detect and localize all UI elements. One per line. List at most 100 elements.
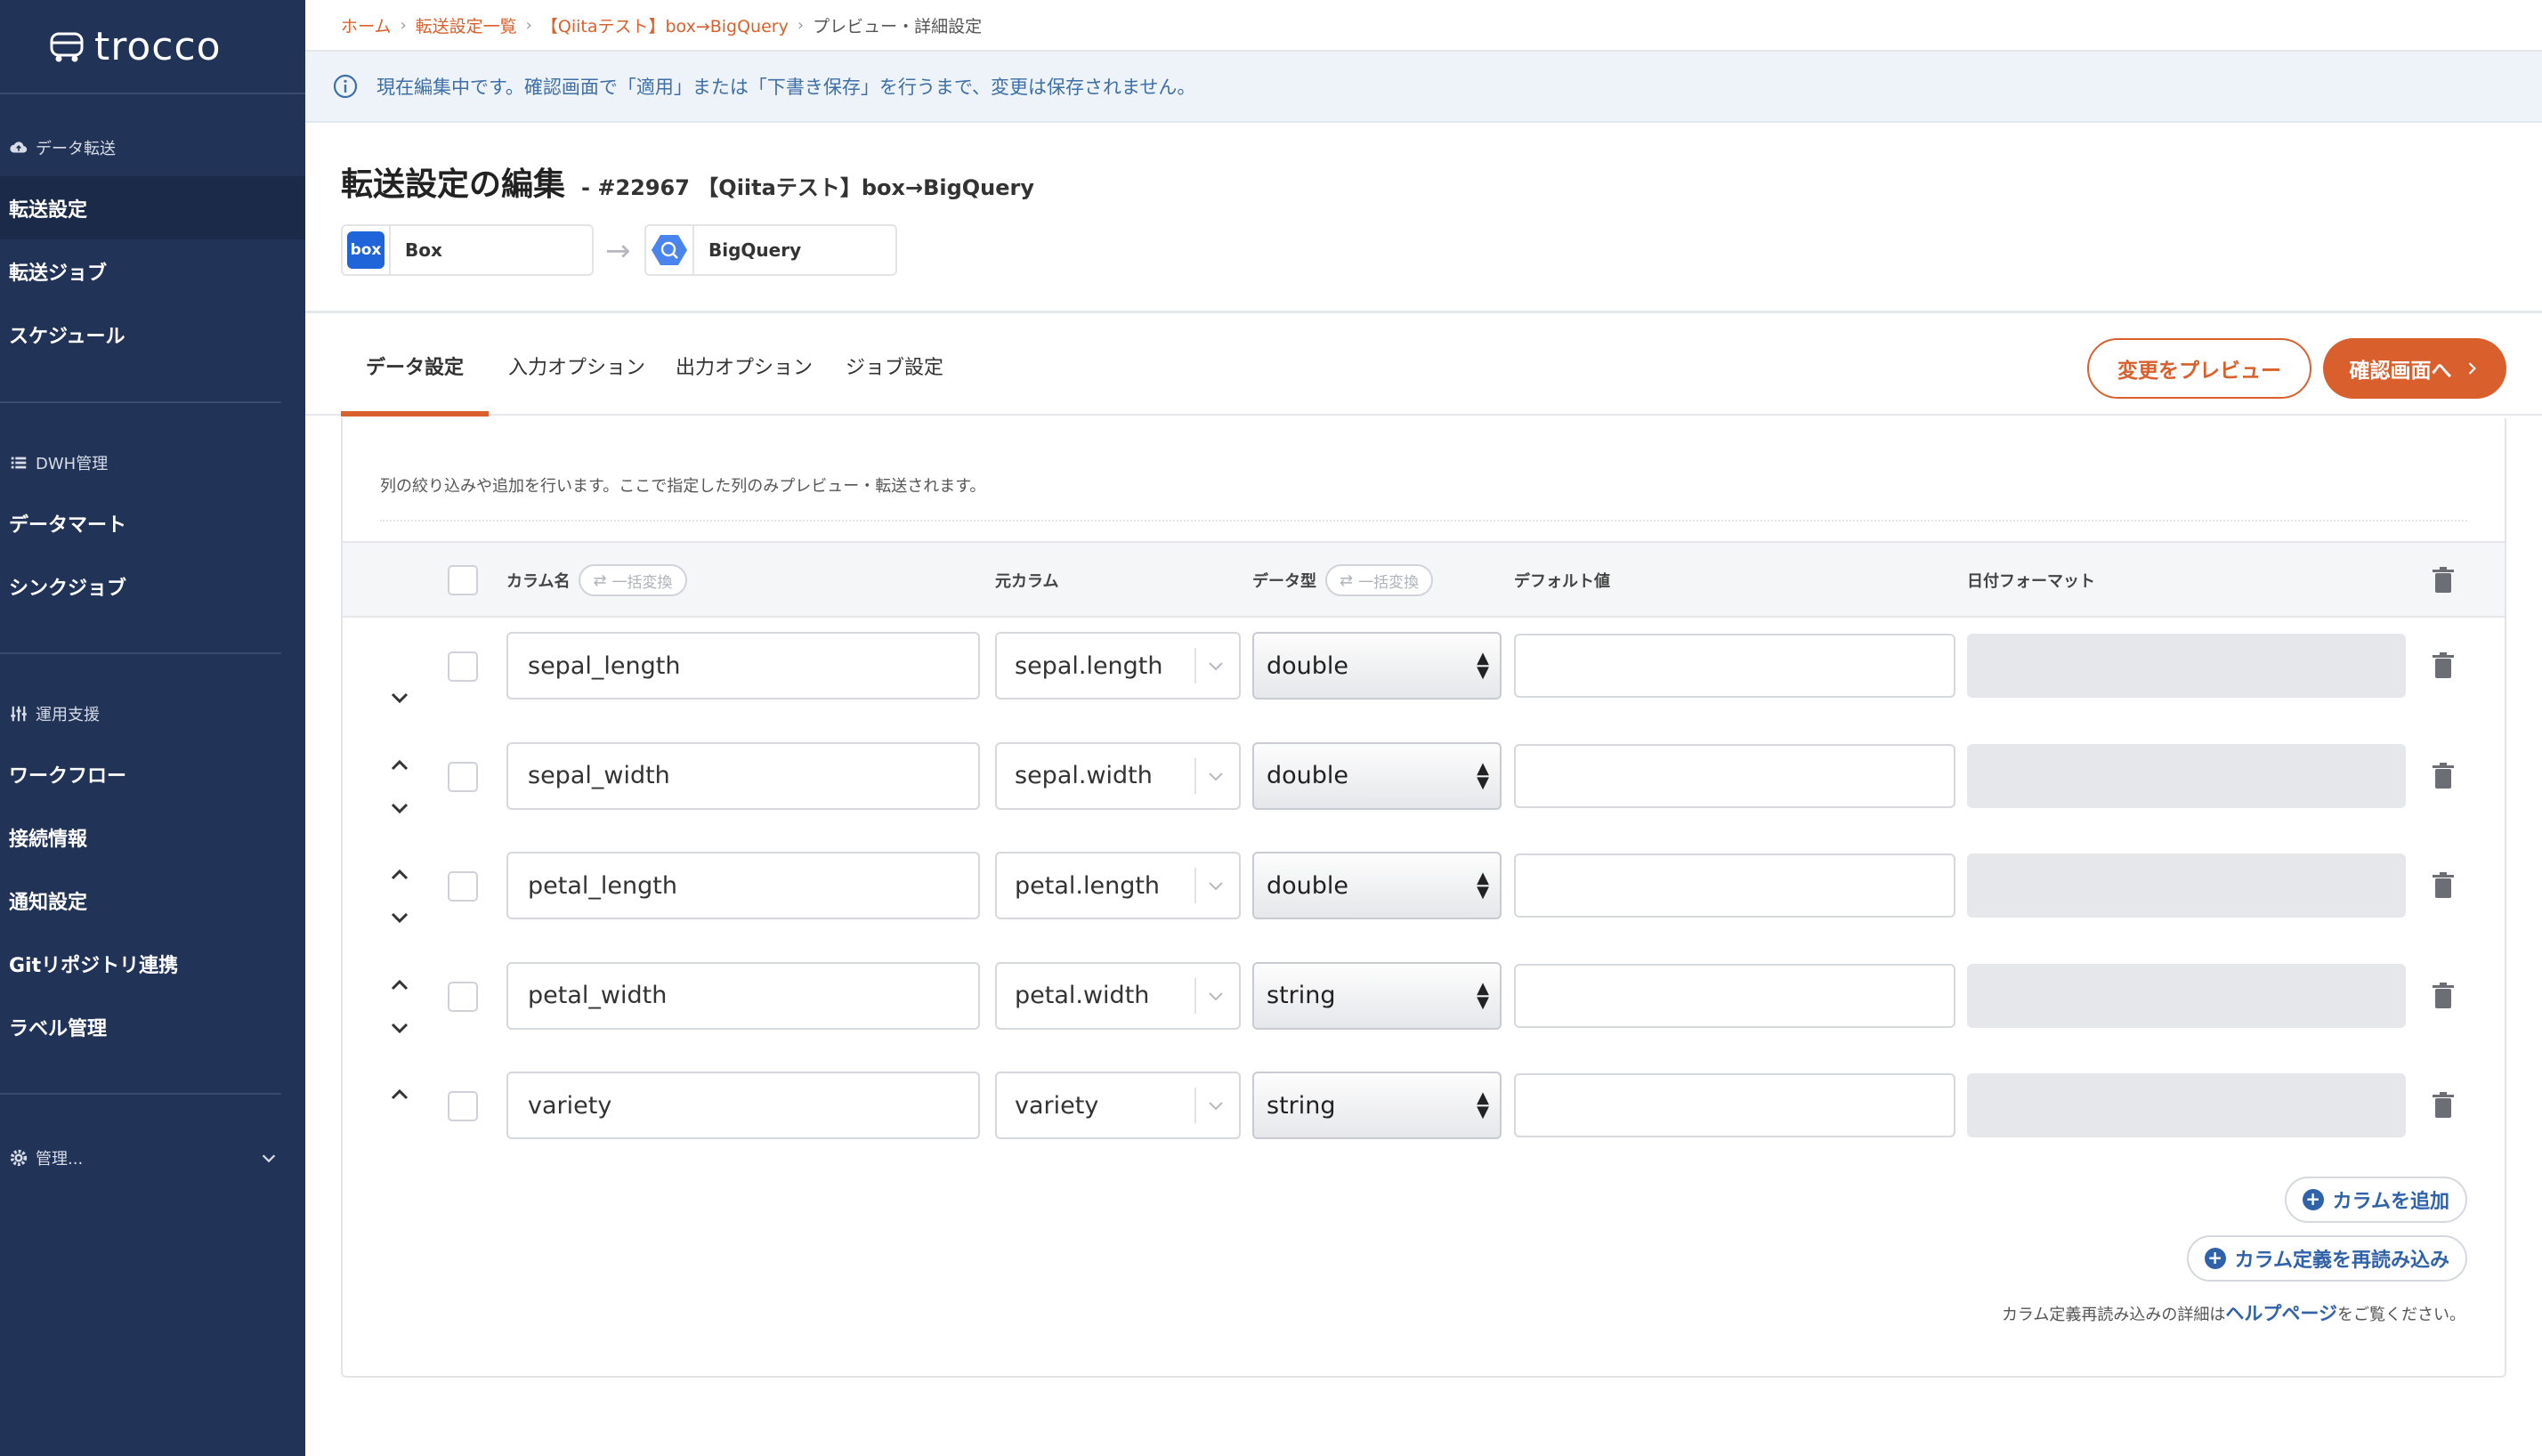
add-column-button[interactable]: + カラムを追加	[2284, 1177, 2467, 1223]
source-column-select[interactable]: sepal.width	[995, 741, 1241, 810]
table-row: sepal_width sepal.width double ▲ ▼	[343, 741, 2505, 851]
data-type-select[interactable]: string ▲ ▼	[1252, 1072, 1502, 1139]
default-value-input[interactable]	[1514, 963, 1955, 1028]
bulk-convert-name-button[interactable]: ⇄ 一括変換	[579, 564, 687, 596]
header-source-column: 元カラム	[995, 572, 1059, 591]
plus-circle-icon: +	[2204, 1248, 2226, 1269]
select-all-checkbox[interactable]	[448, 565, 478, 595]
move-up-chevron-icon[interactable]	[384, 859, 416, 891]
sidebar-item-data-mart[interactable]: データマート	[0, 491, 305, 554]
move-up-chevron-icon[interactable]	[384, 1079, 416, 1111]
nav-divider	[0, 1093, 281, 1095]
move-up-chevron-icon[interactable]	[384, 969, 416, 1001]
data-type-select[interactable]: string ▲ ▼	[1252, 961, 1502, 1030]
column-name-input[interactable]: sepal_length	[506, 632, 980, 700]
bigquery-logo-icon	[652, 235, 687, 265]
row-checkbox[interactable]	[448, 981, 478, 1012]
sidebar-item-workflow[interactable]: ワークフロー	[0, 742, 305, 805]
source-column-select[interactable]: sepal.length	[995, 632, 1241, 700]
select-arrows-icon: ▲ ▼	[1477, 649, 1489, 682]
table-row: petal_length petal.length double ▲ ▼	[343, 852, 2505, 960]
column-settings-card: 列の絞り込みや追加を行います。ここで指定した列のみプレビュー・転送されます。 カ…	[341, 418, 2506, 1378]
chevron-down-icon	[1209, 662, 1223, 671]
tab-data-settings[interactable]: データ設定	[341, 316, 489, 416]
default-value-input[interactable]	[1514, 634, 1955, 698]
chevron-down-icon	[1209, 882, 1223, 891]
column-name-input[interactable]: sepal_width	[506, 741, 980, 810]
data-type-select[interactable]: double ▲ ▼	[1252, 741, 1502, 810]
gear-icon	[10, 1149, 28, 1167]
column-name-input[interactable]: petal_width	[506, 961, 980, 1030]
help-page-link[interactable]: ヘルプページ	[2225, 1303, 2337, 1324]
data-type-select[interactable]: double ▲ ▼	[1252, 852, 1502, 919]
delete-row-trash-icon[interactable]	[2431, 1091, 2456, 1120]
nav-section-manage[interactable]: 管理...	[0, 1136, 305, 1180]
info-icon	[333, 74, 358, 99]
notice-text: 現在編集中です。確認画面で「適用」または「下書き保存」を行うまで、変更は保存され…	[376, 77, 1196, 98]
sliders-icon	[11, 706, 27, 722]
breadcrumb: ホーム › 転送設定一覧 › 【Qiitaテスト】box→BigQuery › …	[305, 0, 2542, 52]
breadcrumb-home[interactable]: ホーム	[341, 13, 391, 37]
data-type-select[interactable]: double ▲ ▼	[1252, 632, 1502, 700]
sidebar-item-schedule[interactable]: スケジュール	[0, 303, 305, 366]
sidebar-item-labels[interactable]: ラベル管理	[0, 995, 305, 1058]
chevron-right-icon: ›	[797, 15, 805, 35]
tab-input-options[interactable]: 入力オプション	[498, 316, 656, 416]
chevron-right-icon	[2468, 362, 2476, 375]
source-column-select[interactable]: petal.width	[995, 961, 1241, 1030]
bulk-convert-type-button[interactable]: ⇄ 一括変換	[1325, 564, 1434, 596]
preview-changes-button[interactable]: 変更をプレビュー	[2087, 338, 2311, 399]
chevron-right-icon: ›	[400, 15, 407, 35]
row-checkbox[interactable]	[448, 1091, 478, 1121]
editing-notice: 現在編集中です。確認画面で「適用」または「下書き保存」を行うまで、変更は保存され…	[305, 52, 2542, 123]
row-checkbox[interactable]	[448, 651, 478, 682]
source-column-select[interactable]: variety	[995, 1072, 1241, 1139]
move-down-chevron-icon[interactable]	[384, 682, 416, 714]
row-checkbox[interactable]	[448, 871, 478, 902]
tab-output-options[interactable]: 出力オプション	[665, 316, 823, 416]
cloud-upload-icon	[10, 142, 28, 153]
nav-divider	[0, 652, 281, 654]
delete-row-trash-icon[interactable]	[2431, 762, 2456, 790]
logo[interactable]: trocco	[0, 0, 305, 94]
default-value-input[interactable]	[1514, 743, 1955, 808]
sidebar-item-transfer-settings[interactable]: 転送設定	[0, 176, 305, 239]
sidebar-item-transfer-jobs[interactable]: 転送ジョブ	[0, 239, 305, 303]
sidebar-item-sync-jobs[interactable]: シンクジョブ	[0, 554, 305, 618]
sidebar-item-notifications[interactable]: 通知設定	[0, 869, 305, 932]
default-value-input[interactable]	[1514, 1073, 1955, 1137]
source-name: Box	[405, 239, 442, 261]
target-connector: BigQuery	[644, 224, 897, 276]
delete-row-trash-icon[interactable]	[2431, 651, 2456, 680]
column-name-input[interactable]: variety	[506, 1072, 980, 1139]
tab-job-settings[interactable]: ジョブ設定	[832, 316, 957, 416]
chevron-down-icon	[1209, 1102, 1223, 1111]
sidebar-item-git[interactable]: Gitリポジトリ連携	[0, 932, 305, 995]
breadcrumb-transfer-list[interactable]: 転送設定一覧	[416, 13, 517, 37]
select-arrows-icon: ▲ ▼	[1477, 758, 1489, 792]
manage-menu[interactable]: 管理...	[0, 1136, 305, 1180]
delete-selected-trash-icon[interactable]	[2431, 566, 2456, 595]
move-up-chevron-icon[interactable]	[384, 749, 416, 781]
reload-column-definitions-button[interactable]: + カラム定義を再読み込み	[2186, 1235, 2467, 1282]
delete-row-trash-icon[interactable]	[2431, 871, 2456, 900]
help-text: カラム定義再読み込みの詳細はヘルプページをご覧ください。	[2001, 1303, 2465, 1324]
column-name-input[interactable]: petal_length	[506, 852, 980, 919]
move-down-chevron-icon[interactable]	[384, 792, 416, 824]
move-down-chevron-icon[interactable]	[384, 902, 416, 934]
breadcrumb-transfer-config[interactable]: 【Qiitaテスト】box→BigQuery	[541, 13, 789, 37]
confirm-screen-button[interactable]: 確認画面へ	[2323, 338, 2506, 399]
date-format-input-disabled	[1967, 743, 2406, 808]
date-format-input-disabled	[1967, 963, 2406, 1028]
box-logo-icon: box	[347, 231, 385, 269]
table-row: variety variety string ▲ ▼	[343, 1072, 2505, 1180]
chevron-right-icon: ›	[525, 15, 532, 35]
row-checkbox[interactable]	[448, 761, 478, 792]
delete-row-trash-icon[interactable]	[2431, 982, 2456, 1010]
default-value-input[interactable]	[1514, 853, 1955, 918]
sidebar-item-connections[interactable]: 接続情報	[0, 805, 305, 869]
source-column-select[interactable]: petal.length	[995, 852, 1241, 919]
move-down-chevron-icon[interactable]	[384, 1012, 416, 1044]
header-data-type: データ型 ⇄ 一括変換	[1252, 543, 1434, 618]
nav-section-title: 運用支援	[0, 696, 305, 732]
